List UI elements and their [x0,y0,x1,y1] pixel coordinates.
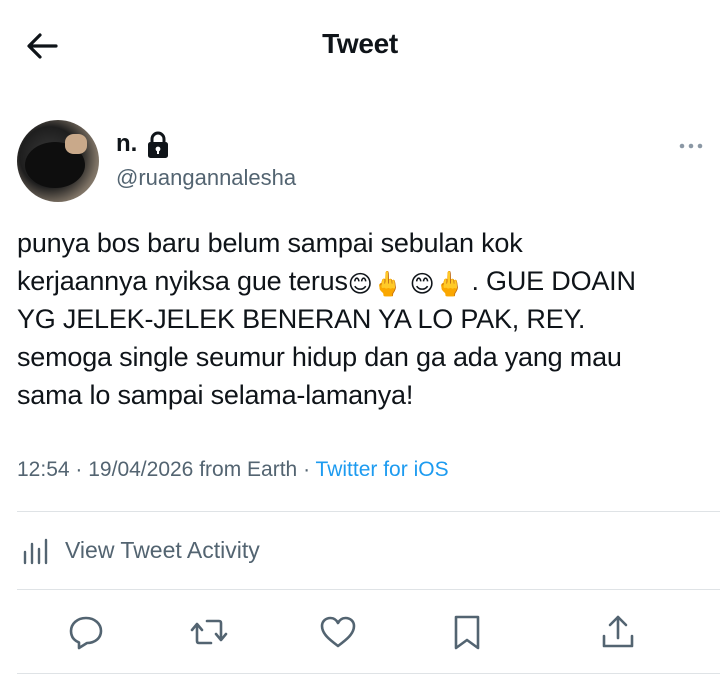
middle-finger-emoji: 🖕 [372,271,403,298]
avatar[interactable] [17,120,99,202]
smiling-face-emoji: 😊 [409,271,435,298]
reply-icon[interactable] [66,612,106,652]
divider [17,589,720,590]
user-handle[interactable]: @ruangannalesha [116,165,296,191]
middle-finger-emoji: 🖕 [434,271,465,298]
activity-label: View Tweet Activity [65,537,260,563]
bookmark-icon[interactable] [447,612,487,652]
share-icon[interactable] [598,612,638,652]
tweet-location: from Earth [199,458,298,481]
tweet-segment: . GUE DOAIN [471,266,636,296]
display-name[interactable]: n. [116,130,137,158]
tweet-line: punya bos baru belum sampai sebulan kok [17,228,523,258]
lock-icon [146,130,170,160]
tweet-text: punya bos baru belum sampai sebulan kok … [17,224,707,414]
tweet-line: YG JELEK-JELEK BENERAN YA LO PAK, REY. [17,304,586,334]
action-bar [0,604,720,660]
smiling-face-emoji: 😊 [347,271,373,298]
avatar-hand-shape [65,134,87,154]
meta-separator: · [75,458,83,481]
tweet-source-link[interactable]: Twitter for iOS [316,458,449,481]
meta-separator: · [303,458,311,481]
tweet-line: semoga single seumur hidup dan ga ada ya… [17,342,622,372]
tweet-date: 19/04/2026 [88,458,194,481]
retweet-icon[interactable] [189,612,229,652]
bar-chart-icon [21,536,51,566]
tweet-time: 12:54 [17,458,70,481]
tweet-segment: kerjaannya nyiksa gue terus [17,266,348,296]
top-bar: Tweet [0,0,720,92]
like-icon[interactable] [318,612,358,652]
more-options-icon[interactable] [676,134,706,158]
page-title: Tweet [322,28,398,59]
tweet-meta: 12:54 · 19/04/2026 from Earth · Twitter … [17,458,449,482]
tweet-line: kerjaannya nyiksa gue terus😊🖕 😊🖕 . GUE D… [17,262,707,300]
divider [17,511,720,512]
view-tweet-activity-button[interactable]: View Tweet Activity [17,528,377,572]
tweet-line: sama lo sampai selama-lamanya! [17,380,414,410]
